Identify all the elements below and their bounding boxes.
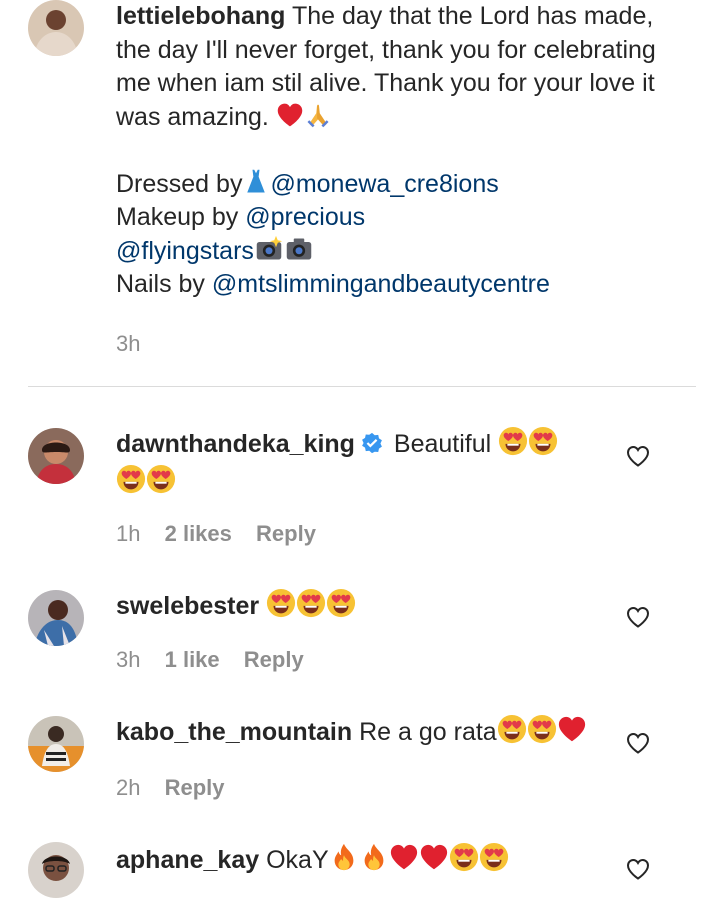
red-heart-emoji: [557, 714, 587, 744]
comment-text: Re a go rata: [359, 718, 497, 746]
heart-eyes-emoji: [326, 588, 356, 618]
comment-username[interactable]: swelebester: [116, 592, 259, 620]
comment-avatar[interactable]: [28, 716, 84, 772]
comment-likes[interactable]: 1 like: [165, 647, 220, 672]
folded-hands-emoji: [304, 101, 332, 129]
makeup-by-label: Makeup by: [116, 203, 246, 231]
comment-body: dawnthandeka_king Beautiful: [116, 425, 616, 501]
red-heart-emoji: [276, 101, 304, 129]
like-heart-icon[interactable]: [626, 445, 650, 467]
comment-time: 1h: [116, 521, 141, 546]
nails-by-label: Nails by: [116, 270, 212, 298]
comment-meta: 2h Reply: [116, 775, 243, 801]
comment-username[interactable]: aphane_kay: [116, 846, 259, 874]
dressed-by-label: Dressed by: [116, 169, 243, 198]
heart-eyes-emoji: [146, 464, 176, 494]
reply-button[interactable]: Reply: [165, 775, 225, 800]
reply-button[interactable]: Reply: [256, 521, 316, 546]
heart-eyes-emoji: [497, 714, 527, 744]
comment-username[interactable]: kabo_the_mountain: [116, 718, 352, 746]
heart-eyes-emoji: [479, 842, 509, 872]
comment-body: swelebester: [116, 587, 616, 625]
camera-flash-emoji: [254, 235, 284, 263]
comment-meta: 1h 2 likes Reply: [116, 521, 334, 547]
comment-text: OkaY: [266, 846, 329, 874]
camera-emoji: [284, 235, 314, 263]
reply-button[interactable]: Reply: [244, 647, 304, 672]
comment-avatar[interactable]: [28, 428, 84, 484]
caption-time: 3h: [116, 331, 141, 356]
mention-precious[interactable]: @precious: [245, 203, 365, 231]
heart-eyes-emoji: [116, 464, 146, 494]
fire-emoji: [359, 842, 389, 872]
comment-avatar[interactable]: [28, 590, 84, 646]
mention-monewa[interactable]: @monewa_cre8ions: [270, 170, 498, 198]
comment-time: 2h: [116, 775, 141, 800]
comment-meta: 3h 1 like Reply: [116, 647, 322, 673]
red-heart-emoji: [389, 842, 419, 872]
comment-time: 3h: [116, 647, 141, 672]
mention-mtslimming[interactable]: @mtslimmingandbeautycentre: [212, 270, 550, 298]
comment-body: aphane_kay OkaY: [116, 841, 616, 879]
dress-emoji: [242, 168, 270, 196]
red-heart-emoji: [419, 842, 449, 872]
comment-username[interactable]: dawnthandeka_king: [116, 430, 355, 458]
like-heart-icon[interactable]: [626, 606, 650, 628]
mention-flyingstars[interactable]: @flyingstars: [116, 237, 254, 265]
comment-body: kabo_the_mountain Re a go rata: [116, 713, 616, 751]
fire-emoji: [329, 842, 359, 872]
caption-author-avatar[interactable]: [28, 0, 84, 56]
heart-eyes-emoji: [527, 714, 557, 744]
divider: [28, 386, 696, 387]
post-caption: lettielebohang The day that the Lord has…: [116, 0, 676, 302]
caption-meta: 3h: [116, 331, 158, 357]
heart-eyes-emoji: [498, 426, 528, 456]
heart-eyes-emoji: [296, 588, 326, 618]
comment-likes[interactable]: 2 likes: [165, 521, 232, 546]
like-heart-icon[interactable]: [626, 858, 650, 880]
heart-eyes-emoji: [449, 842, 479, 872]
comment-text: Beautiful: [393, 430, 492, 458]
heart-eyes-emoji: [266, 588, 296, 618]
verified-badge-icon: [362, 432, 382, 454]
caption-username[interactable]: lettielebohang: [116, 2, 285, 30]
like-heart-icon[interactable]: [626, 732, 650, 754]
comment-avatar[interactable]: [28, 842, 84, 898]
heart-eyes-emoji: [528, 426, 558, 456]
